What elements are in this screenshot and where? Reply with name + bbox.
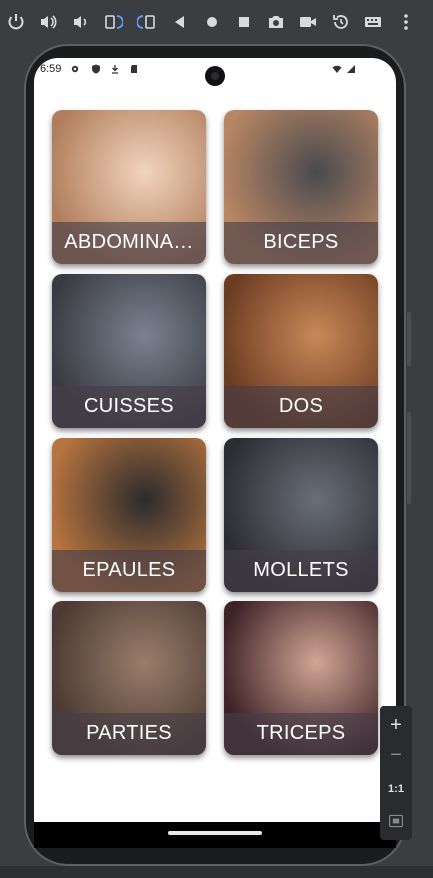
phone-side-button: [407, 312, 411, 366]
volume-up-icon[interactable]: [38, 12, 58, 32]
navigation-bar: [34, 822, 396, 848]
category-label: CUISSES: [84, 395, 174, 417]
volume-down-icon[interactable]: [70, 12, 90, 32]
rotate-right-icon[interactable]: [137, 12, 157, 32]
actual-size-button[interactable]: 1:1: [380, 774, 412, 804]
category-label: DOS: [278, 395, 324, 417]
zoom-in-button[interactable]: +: [380, 710, 412, 740]
category-card[interactable]: BICEPS: [224, 110, 378, 264]
category-label: BICEPS: [263, 231, 339, 253]
back-icon[interactable]: [170, 12, 190, 32]
category-card[interactable]: DOS: [224, 274, 378, 428]
zoom-panel: + − 1:1: [380, 706, 412, 840]
category-card[interactable]: ABDOMINA…: [52, 110, 206, 264]
camera-icon[interactable]: [266, 12, 286, 32]
emulator-bottom-strip: [0, 866, 433, 878]
emulator-toolbar: [0, 0, 433, 44]
power-icon[interactable]: [6, 12, 26, 32]
phone-volume-button: [407, 412, 411, 504]
category-grid: ABDOMINA… BICEPS CUISSES DOS EPAULES MOLLETS P…: [34, 58, 396, 848]
category-label: MOLLETS: [253, 559, 349, 581]
home-icon[interactable]: [202, 12, 222, 32]
fit-screen-icon[interactable]: [380, 806, 412, 836]
category-card[interactable]: EPAULES: [52, 438, 206, 592]
more-icon[interactable]: [396, 12, 416, 32]
category-label: ABDOMINA…: [64, 231, 194, 253]
rotate-left-icon[interactable]: [103, 12, 123, 32]
home-gesture-pill[interactable]: [168, 831, 262, 835]
category-card[interactable]: TRICEPS: [224, 601, 378, 755]
overview-icon[interactable]: [234, 12, 254, 32]
device-screen: 6:59 ABDOMINA… BICEPS CUISSES DOS EPAULES MOL…: [34, 58, 396, 848]
video-icon[interactable]: [298, 12, 318, 32]
category-label: EPAULES: [82, 559, 176, 581]
category-card[interactable]: MOLLETS: [224, 438, 378, 592]
category-card[interactable]: PARTIES: [52, 601, 206, 755]
category-card[interactable]: CUISSES: [52, 274, 206, 428]
keyboard-icon[interactable]: [363, 12, 383, 32]
zoom-out-button[interactable]: −: [380, 740, 412, 770]
category-label: PARTIES: [86, 722, 172, 744]
category-label: TRICEPS: [256, 722, 346, 744]
history-icon[interactable]: [331, 12, 351, 32]
